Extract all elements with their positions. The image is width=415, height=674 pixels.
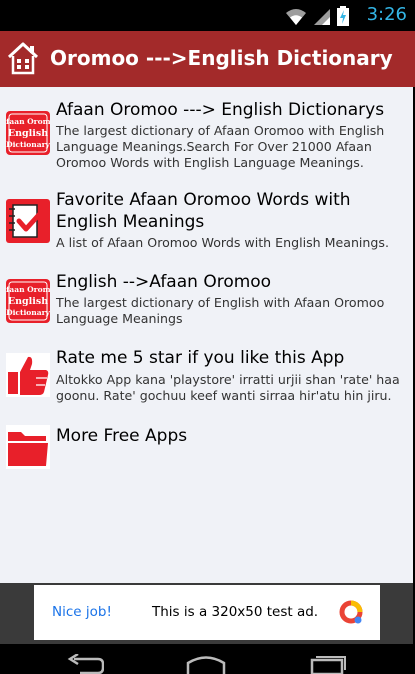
icon-text-line: Afaan Oromo <box>6 285 50 294</box>
recent-apps-icon[interactable] <box>310 654 346 674</box>
icon-text-line: Afaan Oromo <box>6 117 50 126</box>
afaan-oromoo-english-dictionary-icon: Afaan Oromo English Dictionary <box>6 279 50 323</box>
status-time: 3:26 <box>366 4 407 25</box>
menu-list: Afaan Oromo English Dictionary Afaan Oro… <box>0 87 413 583</box>
menu-item-title: English -->Afaan Oromoo <box>56 272 272 292</box>
status-bar: 3:26 <box>0 0 415 31</box>
ad-label: Nice job! <box>52 604 112 620</box>
menu-item-title: Favorite Afaan Oromoo Words with English… <box>56 190 351 232</box>
app-bar: Oromoo --->English Dictionary <box>0 31 415 88</box>
ad-logo-icon <box>339 600 363 624</box>
menu-item-description: The largest dictionary of Afaan Oromoo w… <box>56 123 385 170</box>
menu-item-more-apps[interactable]: More Free Apps <box>0 425 413 469</box>
menu-item-title: Rate me 5 star if you like this App <box>56 348 345 368</box>
icon-text-line: English <box>8 296 48 307</box>
signal-icon <box>314 9 330 25</box>
home-icon[interactable] <box>6 40 40 76</box>
icon-text-line: English <box>8 128 48 139</box>
menu-item-english-to-oromoo[interactable]: Afaan Oromo English Dictionary English -… <box>0 271 413 331</box>
checklist-icon <box>6 199 50 243</box>
folder-icon <box>6 425 50 469</box>
app-title: Oromoo --->English Dictionary <box>50 46 393 70</box>
wifi-icon <box>286 9 306 25</box>
menu-item-description: The largest dictionary of English with A… <box>56 295 385 326</box>
menu-item-description: Altokko App kana 'playstore' irratti urj… <box>56 372 400 403</box>
icon-text-line: Dictionary <box>6 140 50 149</box>
afaan-oromoo-english-dictionary-icon: Afaan Oromo English Dictionary <box>6 111 50 155</box>
menu-item-favorites[interactable]: Favorite Afaan Oromoo Words with English… <box>0 189 413 259</box>
menu-item-title: Afaan Oromoo ---> English Dictionarys <box>56 100 385 120</box>
back-icon[interactable] <box>66 654 104 674</box>
status-icons <box>285 6 349 26</box>
menu-item-title: More Free Apps <box>56 426 188 446</box>
navigation-bar <box>0 644 415 674</box>
home-nav-icon[interactable] <box>186 654 226 674</box>
ad-text: This is a 320x50 test ad. <box>152 604 319 620</box>
menu-item-description: A list of Afaan Oromoo Words with Englis… <box>56 235 389 250</box>
ad-banner[interactable]: Nice job! This is a 320x50 test ad. <box>34 585 380 640</box>
phone-screen: 3:26 Oromoo --->English Dictionary Afaan… <box>0 0 415 674</box>
thumbs-up-icon <box>6 353 50 397</box>
menu-item-rate-app[interactable]: Rate me 5 star if you like this App Alto… <box>0 347 413 407</box>
icon-text-line: Dictionary <box>6 308 50 317</box>
battery-icon <box>337 6 349 26</box>
menu-item-oromoo-to-english[interactable]: Afaan Oromo English Dictionary Afaan Oro… <box>0 99 413 179</box>
